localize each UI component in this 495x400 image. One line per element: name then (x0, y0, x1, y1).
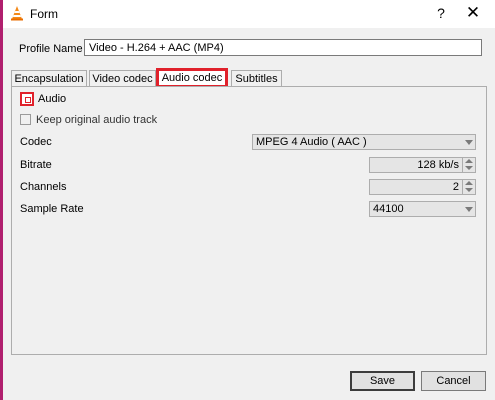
channels-value: 2 (452, 181, 459, 193)
tab-video-codec[interactable]: Video codec (89, 70, 156, 87)
save-button[interactable]: Save (350, 371, 415, 391)
vlc-cone-icon (9, 5, 25, 21)
audio-checkbox-label: Audio (38, 93, 67, 105)
spin-up-icon (465, 181, 473, 185)
spin-down-icon (465, 188, 473, 192)
tab-subtitles[interactable]: Subtitles (231, 70, 282, 87)
codec-select-value: MPEG 4 Audio ( AAC ) (256, 136, 367, 148)
sample-rate-select[interactable]: 44100 (369, 201, 476, 217)
audio-codec-panel: Audio Keep original audio track Codec MP… (11, 86, 487, 355)
dialog-body: Profile Name Video - H.264 + AAC (MP4) E… (3, 28, 495, 400)
bitrate-spin-buttons[interactable] (462, 158, 475, 172)
cancel-button[interactable]: Cancel (421, 371, 486, 391)
window-title: Form (30, 7, 58, 21)
audio-checkbox[interactable] (20, 92, 34, 106)
channels-spinbox[interactable]: 2 (369, 179, 476, 195)
close-button[interactable]: ✕ (461, 3, 485, 23)
spin-up-icon (465, 159, 473, 163)
bitrate-value: 128 kb/s (417, 159, 459, 171)
keep-original-checkbox[interactable] (20, 114, 31, 125)
chevron-down-icon (465, 140, 473, 145)
help-button[interactable]: ? (431, 3, 451, 23)
codec-select[interactable]: MPEG 4 Audio ( AAC ) (252, 134, 476, 150)
tab-audio-codec[interactable]: Audio codec (156, 68, 228, 88)
profile-name-input[interactable]: Video - H.264 + AAC (MP4) (84, 39, 482, 56)
channels-spin-buttons[interactable] (462, 180, 475, 194)
codec-label: Codec (20, 136, 52, 148)
channels-label: Channels (20, 181, 67, 193)
sample-rate-label: Sample Rate (20, 203, 84, 215)
sample-rate-value: 44100 (373, 203, 404, 215)
bitrate-label: Bitrate (20, 159, 52, 171)
chevron-down-icon (465, 207, 473, 212)
title-bar: Form ? ✕ (3, 0, 495, 28)
tab-encapsulation[interactable]: Encapsulation (11, 70, 87, 87)
keep-original-label: Keep original audio track (36, 114, 158, 126)
bitrate-spinbox[interactable]: 128 kb/s (369, 157, 476, 173)
spin-down-icon (465, 166, 473, 170)
profile-name-label: Profile Name (19, 43, 83, 55)
